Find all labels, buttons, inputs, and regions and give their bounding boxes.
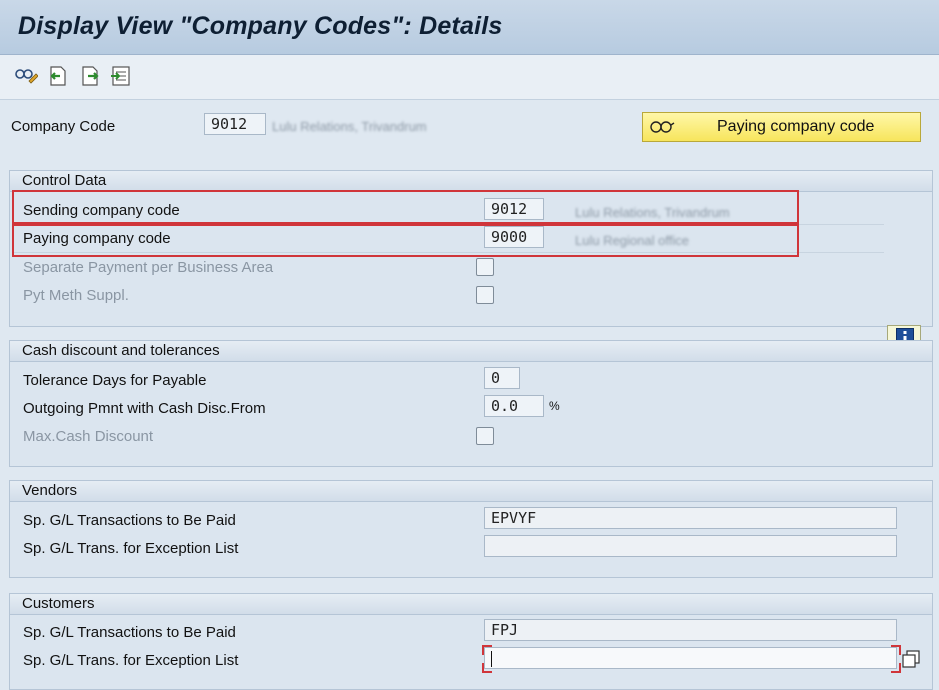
previous-entry-icon[interactable]: [46, 65, 68, 87]
customers-header: Customers: [10, 594, 932, 615]
next-entry-icon[interactable]: [80, 65, 102, 87]
separate-payment-checkbox[interactable]: [476, 258, 494, 276]
detail-content: Company Code 9012 Lulu Relations, Trivan…: [0, 100, 939, 690]
outgoing-pmnt-label: Outgoing Pmnt with Cash Disc.From: [23, 400, 266, 417]
customers-group: Customers: [9, 593, 933, 690]
vendor-sp-exception-field[interactable]: [484, 535, 897, 557]
focus-corner: [891, 645, 901, 655]
glasses-icon: [649, 118, 675, 141]
sending-highlight-box: [12, 190, 799, 224]
company-code-label: Company Code: [11, 118, 116, 135]
percent-unit: %: [549, 399, 560, 413]
separate-payment-label: Separate Payment per Business Area: [23, 259, 274, 276]
max-cash-discount-label: Max.Cash Discount: [23, 428, 154, 445]
multiple-selection-icon[interactable]: [901, 649, 921, 673]
vendor-sp-exception-label: Sp. G/L Trans. for Exception List: [23, 540, 239, 557]
tolerance-days-label: Tolerance Days for Payable: [23, 372, 207, 389]
page-title: Display View "Company Codes": Details: [18, 12, 503, 40]
max-cash-discount-checkbox[interactable]: [476, 427, 494, 445]
application-toolbar: [0, 55, 939, 100]
vendor-sp-paid-field[interactable]: EPVYF: [484, 507, 897, 529]
vendor-sp-paid-label: Sp. G/L Transactions to Be Paid: [23, 512, 236, 529]
title-bar: Display View "Company Codes": Details: [0, 0, 939, 55]
control-data-header: Control Data: [10, 171, 932, 192]
select-block-icon[interactable]: [110, 65, 132, 87]
focus-corner: [891, 663, 901, 673]
company-code-field[interactable]: 9012: [204, 113, 266, 135]
customer-sp-paid-field[interactable]: FPJ: [484, 619, 897, 641]
customer-sp-paid-label: Sp. G/L Transactions to Be Paid: [23, 624, 236, 641]
focus-corner: [482, 645, 492, 655]
vendors-group: Vendors: [9, 480, 933, 578]
pyt-meth-suppl-checkbox[interactable]: [476, 286, 494, 304]
paying-company-code-button[interactable]: Paying company code: [642, 112, 921, 142]
vendors-header: Vendors: [10, 481, 932, 502]
tolerance-days-field[interactable]: 0: [484, 367, 520, 389]
customer-sp-exception-label: Sp. G/L Trans. for Exception List: [23, 652, 239, 669]
pyt-meth-suppl-label: Pyt Meth Suppl.: [23, 287, 129, 304]
paying-highlight-box: [12, 224, 799, 257]
glasses-edit-icon[interactable]: [14, 65, 39, 87]
customer-sp-exception-field[interactable]: [484, 647, 897, 669]
outgoing-pmnt-field[interactable]: 0.0: [484, 395, 544, 417]
cash-discount-header: Cash discount and tolerances: [10, 341, 932, 362]
focus-corner: [482, 663, 492, 673]
paying-company-code-button-label: Paying company code: [717, 118, 875, 135]
company-name-text: Lulu Relations, Trivandrum: [272, 119, 427, 134]
